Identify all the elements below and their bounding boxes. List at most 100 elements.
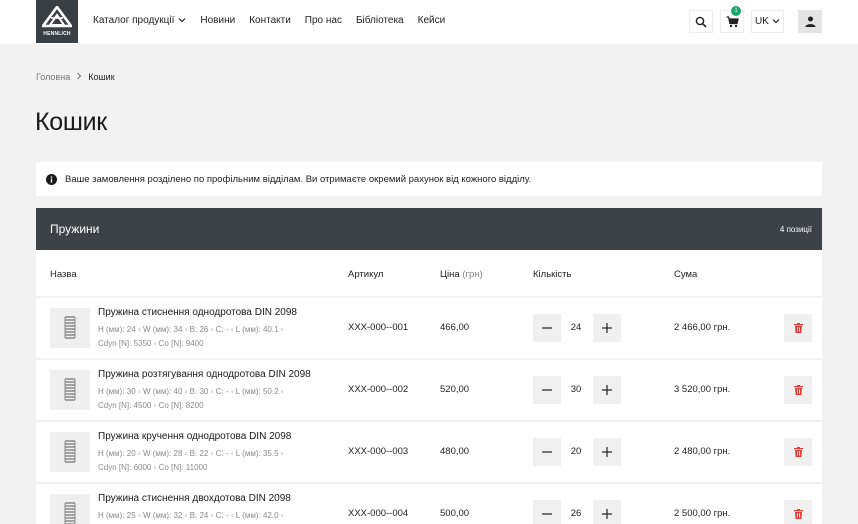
product-name[interactable]: Пружина кручення однодротова DIN 2098 — [98, 431, 291, 442]
product-price: 500,00 — [440, 508, 470, 519]
nav-item-news[interactable]: Новини — [200, 15, 235, 26]
info-icon — [46, 173, 57, 185]
language-label: UK — [755, 16, 769, 27]
quantity-decrease-button[interactable] — [533, 438, 561, 466]
product-specs: H (мм): 30 ◦ W (мм): 40 ◦ B: 30 ◦ C: - ◦… — [98, 387, 284, 396]
product-name[interactable]: Пружина стиснення однодротова DIN 2098 — [98, 307, 297, 318]
spring-icon — [64, 316, 76, 339]
delete-button[interactable] — [784, 314, 812, 342]
plus-icon — [602, 509, 612, 519]
quantity-value[interactable]: 24 — [564, 322, 588, 333]
product-specs: H (мм): 20 ◦ W (мм): 28 ◦ B: 22 ◦ C: - ◦… — [98, 449, 284, 458]
chevron-right-icon — [76, 72, 82, 82]
nav-item-label: Про нас — [304, 15, 342, 26]
spring-icon — [64, 378, 76, 401]
product-sku: XXX-000--003 — [348, 446, 409, 457]
column-header-price: Ціна (грн) — [440, 269, 483, 280]
hennlich-logo[interactable]: HENNLICH — [36, 0, 78, 43]
delete-button[interactable] — [784, 438, 812, 466]
delete-button[interactable] — [784, 376, 812, 404]
group-title: Пружини — [50, 222, 100, 236]
quantity-increase-button[interactable] — [593, 376, 621, 404]
breadcrumb: Головна Кошик — [36, 72, 115, 82]
quantity-increase-button[interactable] — [593, 438, 621, 466]
table-row: Пружина стиснення однодротова DIN 2098 H… — [36, 298, 822, 358]
product-specs: Cdyn [N]: 5350 ◦ Co [N]: 9400 — [98, 339, 204, 348]
quantity-increase-button[interactable] — [593, 500, 621, 524]
product-specs: H (мм): 24 ◦ W (мм): 34 ◦ B: 26 ◦ C: - ◦… — [98, 325, 284, 334]
product-image[interactable] — [50, 494, 90, 524]
minus-icon — [542, 327, 552, 329]
product-sku: XXX-000--002 — [348, 384, 409, 395]
product-specs: Cdyn [N]: 4500 ◦ Co [N]: 8200 — [98, 401, 204, 410]
page-title: Кошик — [35, 108, 107, 136]
search-icon — [695, 16, 707, 28]
quantity-value[interactable]: 30 — [564, 384, 588, 395]
table-header: Назва Артикул Ціна (грн) Кількість Сума — [36, 250, 822, 296]
site-header: HENNLICH Каталог продукції Новини Контак… — [0, 0, 858, 44]
info-notice: Ваше замовлення розділено по профільним … — [36, 162, 822, 196]
minus-icon — [542, 389, 552, 391]
minus-icon — [542, 451, 552, 453]
breadcrumb-current: Кошик — [88, 72, 115, 82]
product-sum: 2 466,00 грн. — [674, 322, 731, 333]
trash-icon — [793, 509, 803, 519]
logo-text: HENNLICH — [43, 31, 71, 37]
product-name[interactable]: Пружина стиснення двохдотова DIN 2098 — [98, 493, 291, 504]
plus-icon — [602, 323, 612, 333]
quantity-decrease-button[interactable] — [533, 500, 561, 524]
product-price: 466,00 — [440, 322, 470, 333]
nav-item-label: Новини — [200, 15, 236, 26]
trash-icon — [793, 385, 803, 395]
nav-item-cases[interactable]: Кейси — [418, 15, 446, 26]
language-selector[interactable]: UK — [751, 10, 784, 33]
cart-button[interactable]: 1 — [720, 6, 744, 33]
group-item-count: 4 позиції — [779, 224, 812, 234]
product-sku: XXX-000--001 — [348, 322, 409, 333]
quantity-decrease-button[interactable] — [533, 376, 561, 404]
product-specs: H (мм): 25 ◦ W (мм): 32 ◦ B: 24 ◦ C: - ◦… — [98, 511, 284, 520]
nav-item-about[interactable]: Про нас — [305, 15, 342, 26]
delete-button[interactable] — [784, 500, 812, 524]
product-price: 520,00 — [440, 384, 470, 395]
nav-item-catalog[interactable]: Каталог продукції — [93, 15, 186, 26]
nav-item-contacts[interactable]: Контакти — [249, 15, 291, 26]
nav-item-label: Каталог продукції — [93, 15, 175, 26]
product-name[interactable]: Пружина розтягування однодротова DIN 209… — [98, 369, 311, 380]
main-nav: Каталог продукції Новини Контакти Про на… — [93, 15, 459, 26]
search-button[interactable] — [689, 10, 713, 33]
product-sum: 3 520,00 грн. — [674, 384, 731, 395]
product-image[interactable] — [50, 370, 90, 410]
plus-icon — [602, 385, 612, 395]
account-button[interactable] — [798, 10, 822, 33]
product-sum: 2 480,00 грн. — [674, 446, 731, 457]
quantity-decrease-button[interactable] — [533, 314, 561, 342]
user-icon — [805, 16, 815, 27]
group-header: Пружини 4 позиції — [36, 208, 822, 250]
column-header-price-label: Ціна — [440, 269, 460, 280]
logo-mark-icon — [42, 6, 72, 28]
trash-icon — [793, 323, 803, 333]
quantity-value[interactable]: 20 — [564, 446, 588, 457]
nav-item-library[interactable]: Бібліотека — [356, 15, 404, 26]
quantity-increase-button[interactable] — [593, 314, 621, 342]
chevron-down-icon — [178, 15, 186, 26]
minus-icon — [542, 513, 552, 515]
product-image[interactable] — [50, 308, 90, 348]
plus-icon — [602, 447, 612, 457]
spring-icon — [64, 502, 76, 524]
product-image[interactable] — [50, 432, 90, 472]
breadcrumb-home-link[interactable]: Головна — [36, 72, 70, 82]
chevron-down-icon — [772, 16, 780, 27]
cart-count-badge: 1 — [731, 6, 741, 16]
product-sum: 2 500,00 грн. — [674, 508, 731, 519]
quantity-value[interactable]: 26 — [564, 508, 588, 519]
column-header-price-unit: (грн) — [462, 269, 483, 280]
column-header-name: Назва — [50, 269, 77, 280]
notice-text: Ваше замовлення розділено по профільним … — [65, 173, 532, 185]
table-row: Пружина стиснення двохдотова DIN 2098 H … — [36, 484, 822, 524]
column-header-sum: Сума — [674, 269, 698, 280]
product-sku: XXX-000--004 — [348, 508, 409, 519]
trash-icon — [793, 447, 803, 457]
column-header-qty: Кількість — [533, 269, 572, 280]
